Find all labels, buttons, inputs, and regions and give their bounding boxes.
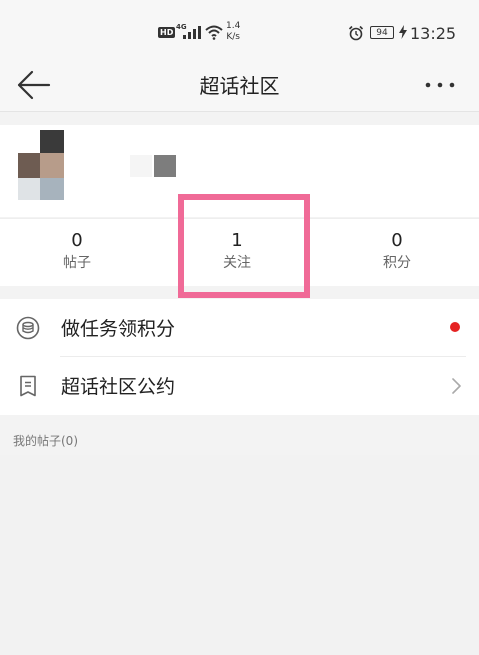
avatar-pixel (40, 130, 64, 153)
network-speed: 1.4 K/s (226, 21, 240, 43)
stat-following[interactable]: 1 关注 (177, 229, 297, 273)
more-dots-icon[interactable] (420, 72, 460, 98)
posts-list-empty (0, 455, 479, 655)
avatar[interactable] (18, 130, 68, 200)
status-bar: HD 4G 1.4 K/s 94 13:25 (0, 0, 479, 64)
username (130, 155, 178, 177)
my-posts-heading: 我的帖子(0) (13, 434, 78, 448)
stat-label: 积分 (383, 255, 411, 271)
battery-indicator: 94 (370, 26, 394, 39)
avatar-pixel (40, 153, 64, 178)
menu-item-label: 超话社区公约 (61, 376, 176, 398)
avatar-pixel (18, 153, 40, 178)
stat-value: 0 (391, 230, 403, 251)
chevron-right-icon (452, 378, 461, 394)
username-pixel (130, 155, 152, 177)
alarm-icon (348, 25, 364, 41)
avatar-pixel (18, 178, 40, 200)
stat-value: 0 (71, 230, 83, 251)
network-speed-value: 1.4 (226, 21, 241, 31)
menu-item-convention[interactable]: 超话社区公约 (0, 357, 479, 414)
profile-card (0, 125, 479, 217)
hd-indicator: HD (158, 27, 176, 38)
nav-bar: 超话社区 (0, 64, 479, 112)
avatar-pixel (40, 178, 64, 200)
clock: 13:25 (410, 24, 457, 43)
coin-stack-icon (16, 316, 40, 340)
stats-row: 0 帖子 1 关注 0 积分 (0, 218, 479, 286)
stat-label: 关注 (223, 255, 251, 271)
document-icon (20, 375, 36, 397)
username-pixel (154, 155, 176, 177)
stat-label: 帖子 (63, 255, 91, 271)
stat-points[interactable]: 0 积分 (337, 229, 457, 273)
stat-value: 1 (231, 230, 243, 251)
signal-icon (183, 26, 201, 39)
network-speed-unit: K/s (226, 32, 240, 42)
notification-dot (450, 322, 460, 332)
wifi-icon (205, 25, 223, 40)
menu-list: 做任务领积分 超话社区公约 (0, 299, 479, 415)
page-title: 超话社区 (199, 74, 280, 98)
menu-item-label: 做任务领积分 (61, 318, 176, 340)
charging-icon (399, 25, 407, 39)
menu-item-tasks[interactable]: 做任务领积分 (0, 299, 479, 357)
stat-posts[interactable]: 0 帖子 (17, 229, 137, 273)
